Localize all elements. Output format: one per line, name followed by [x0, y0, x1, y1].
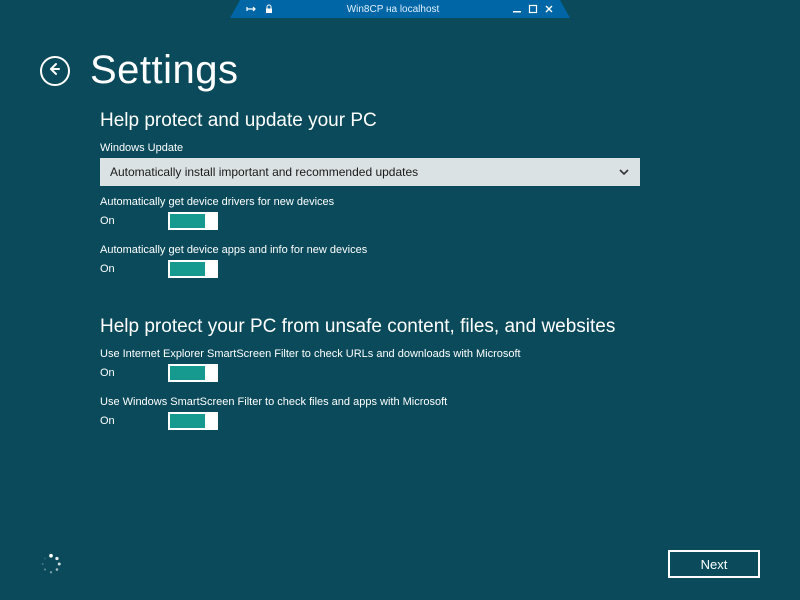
section-update-heading: Help protect and update your PC — [100, 110, 740, 132]
windows-update-select[interactable]: Automatically install important and reco… — [100, 158, 640, 186]
footer: Next — [40, 550, 760, 578]
toggle-thumb — [205, 365, 217, 381]
settings-page: Settings Help protect and update your PC… — [0, 0, 800, 600]
apps-toggle-switch[interactable] — [168, 260, 218, 278]
win-smartscreen-state: On — [100, 415, 120, 427]
section-protect-heading: Help protect your PC from unsafe content… — [100, 316, 740, 338]
next-button-label: Next — [701, 557, 728, 572]
driver-toggle-state: On — [100, 215, 120, 227]
driver-toggle-label: Automatically get device drivers for new… — [100, 196, 740, 208]
chevron-down-icon — [618, 165, 630, 179]
apps-toggle-row: Automatically get device apps and info f… — [100, 244, 740, 278]
toggle-thumb — [205, 213, 217, 229]
driver-toggle-switch[interactable] — [168, 212, 218, 230]
windows-update-value: Automatically install important and reco… — [110, 165, 418, 179]
loading-spinner-icon — [40, 553, 62, 575]
back-arrow-icon — [47, 62, 61, 80]
ie-smartscreen-row: Use Internet Explorer SmartScreen Filter… — [100, 348, 740, 382]
ie-smartscreen-label: Use Internet Explorer SmartScreen Filter… — [100, 348, 740, 360]
apps-toggle-state: On — [100, 263, 120, 275]
page-title: Settings — [90, 48, 239, 93]
windows-update-label: Windows Update — [100, 142, 740, 154]
next-button[interactable]: Next — [668, 550, 760, 578]
header-row: Settings — [40, 48, 239, 93]
toggle-thumb — [205, 413, 217, 429]
win-smartscreen-row: Use Windows SmartScreen Filter to check … — [100, 396, 740, 430]
ie-smartscreen-switch[interactable] — [168, 364, 218, 382]
win-smartscreen-switch[interactable] — [168, 412, 218, 430]
content-area: Help protect and update your PC Windows … — [100, 110, 740, 530]
ie-smartscreen-state: On — [100, 367, 120, 379]
toggle-thumb — [205, 261, 217, 277]
apps-toggle-label: Automatically get device apps and info f… — [100, 244, 740, 256]
driver-toggle-row: Automatically get device drivers for new… — [100, 196, 740, 230]
back-button[interactable] — [40, 56, 70, 86]
win-smartscreen-label: Use Windows SmartScreen Filter to check … — [100, 396, 740, 408]
